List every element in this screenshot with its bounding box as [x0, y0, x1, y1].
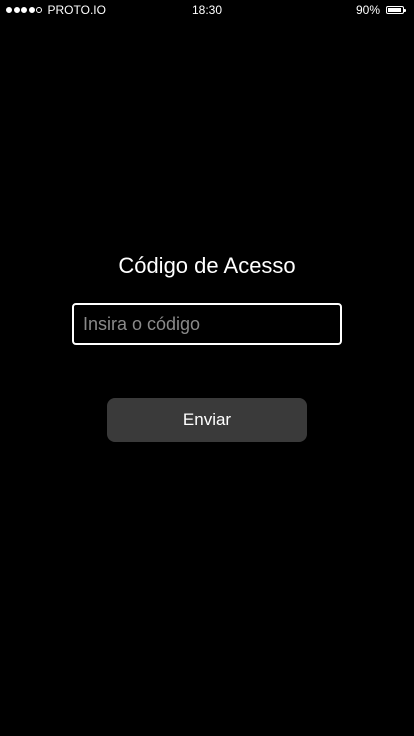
- battery-icon: [386, 6, 406, 14]
- battery-fill: [388, 8, 401, 12]
- status-right: 90%: [355, 0, 406, 20]
- status-bar: PROTO.IO 18:30 90%: [0, 0, 414, 20]
- page-title: Código de Acesso: [118, 253, 296, 278]
- send-button[interactable]: Enviar: [107, 398, 307, 442]
- battery-percent: 90%: [355, 3, 380, 17]
- access-code-input[interactable]: [72, 303, 342, 345]
- status-time: 18:30: [191, 3, 223, 17]
